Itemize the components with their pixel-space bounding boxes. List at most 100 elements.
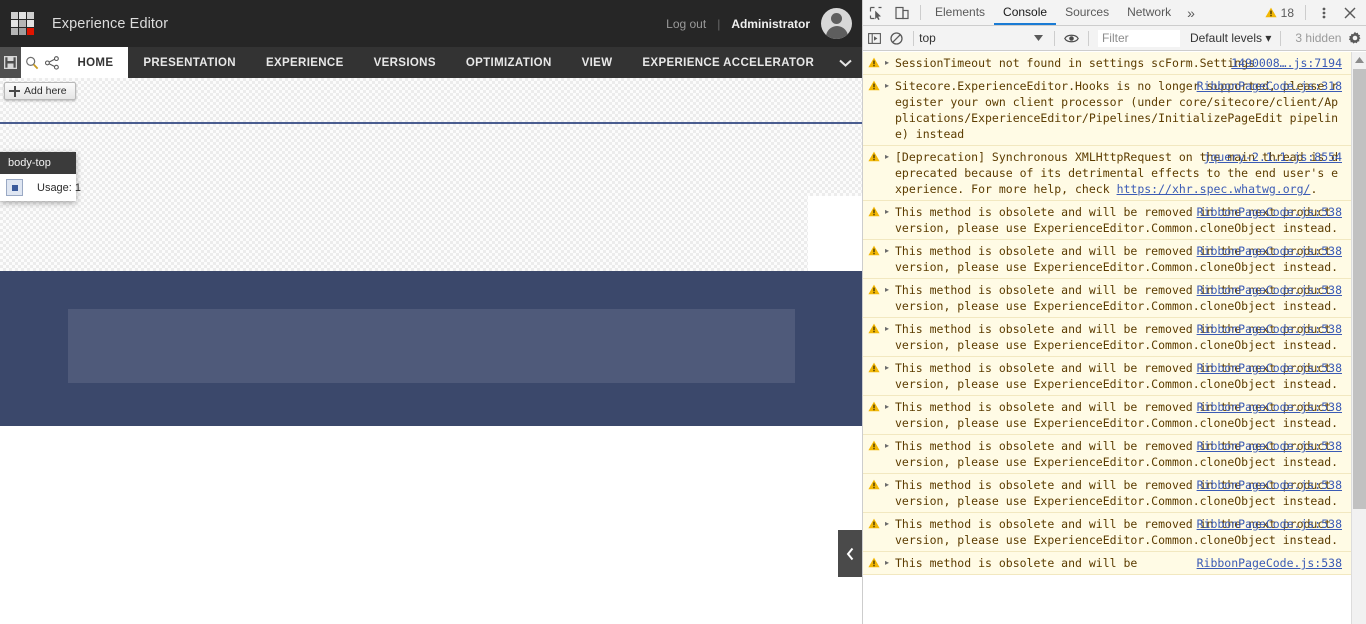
console-message[interactable]: ▸ [Deprecation] Synchronous XMLHttpReques… [863, 146, 1366, 201]
devtools-menu-button[interactable] [1311, 0, 1337, 25]
placeholder-tooltip-title: body-top [0, 152, 76, 174]
console-context-select[interactable]: top [919, 31, 1049, 45]
console-message-expander[interactable]: ▸ [885, 78, 895, 142]
console-message[interactable]: ▸ This method is obsolete and will be rem… [863, 474, 1366, 513]
ribbon-tab-experience-accelerator[interactable]: EXPERIENCE ACCELERATOR [627, 47, 829, 78]
clear-console-button[interactable] [886, 26, 909, 51]
magnifier-icon [25, 56, 38, 69]
console-message-expander[interactable]: ▸ [885, 243, 895, 275]
console-message-source-link[interactable]: RibbonPageCode.js:538 [1197, 282, 1342, 298]
warning-triangle-icon [868, 557, 880, 568]
clear-console-icon [890, 31, 904, 45]
warning-count-badge[interactable]: 18 [1259, 6, 1300, 20]
page-hero-band [0, 271, 862, 426]
console-hidden-count: 3 hidden [1295, 31, 1342, 45]
warning-count-label: 18 [1280, 5, 1294, 20]
console-scrollbar-thumb[interactable] [1353, 69, 1366, 509]
console-message[interactable]: ▸ This method is obsolete and will be rem… [863, 279, 1366, 318]
console-message[interactable]: ▸ This method is obsolete and will be rem… [863, 435, 1366, 474]
console-sidebar-toggle[interactable] [863, 26, 886, 51]
console-message-expander[interactable]: ▸ [885, 438, 895, 470]
add-here-button[interactable]: Add here [4, 82, 76, 100]
warning-triangle-icon [868, 479, 880, 490]
console-message-source-link[interactable]: RibbonPageCode.js:538 [1197, 477, 1342, 493]
more-tabs-button[interactable]: » [1180, 5, 1202, 21]
floppy-disk-icon [4, 56, 18, 69]
console-message-expander[interactable]: ▸ [885, 204, 895, 236]
ribbon-tab-optimization[interactable]: OPTIMIZATION [451, 47, 567, 78]
device-toolbar-button[interactable] [889, 0, 915, 25]
console-message[interactable]: ▸ This method is obsolete and will be rem… [863, 396, 1366, 435]
save-button[interactable] [0, 47, 22, 78]
placeholder-usage-label: Usage: 1 [37, 181, 82, 194]
scroll-up-arrow-icon [1354, 56, 1364, 63]
console-message-source-link[interactable]: RibbonPageCode.js:538 [1197, 399, 1342, 415]
console-message-source-link[interactable]: 1490008….js:7194 [1231, 55, 1342, 71]
avatar[interactable] [821, 8, 852, 39]
live-expression-eye-icon [1064, 34, 1080, 42]
console-message-expander[interactable]: ▸ [885, 516, 895, 548]
console-scrollbar[interactable] [1351, 52, 1366, 624]
tab-sources[interactable]: Sources [1056, 0, 1118, 25]
toolbar-divider-2 [1305, 5, 1306, 20]
console-message-source-link[interactable]: RibbonPageCode.js:538 [1197, 321, 1342, 337]
account-area: Log out | Administrator [666, 8, 862, 39]
console-message[interactable]: ▸ This method is obsolete and will be rem… [863, 513, 1366, 552]
console-message-expander[interactable]: ▸ [885, 149, 895, 197]
ribbon-tabbar: HOME PRESENTATION EXPERIENCE VERSIONS OP… [0, 47, 862, 78]
console-message[interactable]: ▸ This method is obsolete and will be rem… [863, 357, 1366, 396]
ribbon-tab-presentation[interactable]: PRESENTATION [128, 47, 251, 78]
console-levels-select[interactable]: Default levels ▾ [1190, 31, 1271, 45]
inspect-element-icon [869, 6, 882, 20]
tab-console[interactable]: Console [994, 0, 1057, 25]
ribbon-tab-view[interactable]: VIEW [567, 47, 628, 78]
user-name-label[interactable]: Administrator [731, 17, 810, 31]
console-message-source-link[interactable]: RibbonPageCode.js:538 [1197, 438, 1342, 454]
console-message-level-icon [863, 282, 885, 314]
ribbon-expand-button[interactable] [829, 47, 862, 78]
console-message-source-link[interactable]: RibbonPageCode.js:538 [1197, 204, 1342, 220]
console-message-link[interactable]: https://xhr.spec.whatwg.org/ [1117, 182, 1311, 196]
console-message-expander[interactable]: ▸ [885, 55, 895, 71]
logout-link[interactable]: Log out [666, 17, 706, 31]
panel-collapse-button[interactable] [838, 530, 862, 577]
console-message-source-link[interactable]: jquery-2.1.1.js:8554 [1204, 149, 1342, 165]
warning-triangle-icon [868, 518, 880, 529]
live-expression-button[interactable] [1060, 26, 1083, 51]
console-message-expander[interactable]: ▸ [885, 321, 895, 353]
console-settings-button[interactable] [1343, 26, 1366, 51]
console-message-list[interactable]: ▸ SessionTimeout not found in settings sc… [863, 52, 1366, 624]
placeholder-icon [6, 179, 23, 196]
console-message[interactable]: ▸ This method is obsolete and will be rem… [863, 201, 1366, 240]
console-message-source-link[interactable]: RibbonPageCode.js:538 [1197, 555, 1342, 571]
publish-button[interactable] [41, 47, 63, 78]
devtools-close-button[interactable] [1337, 0, 1363, 25]
console-message-expander[interactable]: ▸ [885, 555, 895, 571]
ribbon-tab-home[interactable]: HOME [62, 47, 129, 78]
console-message-expander[interactable]: ▸ [885, 477, 895, 509]
canvas-white-block [808, 196, 862, 271]
tab-network[interactable]: Network [1118, 0, 1180, 25]
scroll-up-button[interactable] [1352, 52, 1366, 67]
console-message[interactable]: ▸ SessionTimeout not found in settings sc… [863, 52, 1366, 75]
inspect-element-button[interactable] [863, 0, 889, 25]
console-message-source-link[interactable]: RibbonPageCode.js:538 [1197, 360, 1342, 376]
sitecore-grid-logo-icon[interactable] [11, 11, 35, 36]
console-message[interactable]: ▸ Sitecore.ExperienceEditor.Hooks is no l… [863, 75, 1366, 146]
console-message-source-link[interactable]: RibbonPageCode.js:318 [1197, 78, 1342, 94]
console-message[interactable]: ▸ This method is obsolete and will be rem… [863, 240, 1366, 279]
ribbon-tab-experience[interactable]: EXPERIENCE [251, 47, 359, 78]
console-message-expander[interactable]: ▸ [885, 360, 895, 392]
console-message-expander[interactable]: ▸ [885, 282, 895, 314]
console-message[interactable]: ▸ This method is obsolete and will be Ribb… [863, 552, 1366, 575]
console-filter-input[interactable] [1097, 29, 1180, 47]
console-message-source-link[interactable]: RibbonPageCode.js:538 [1197, 516, 1342, 532]
console-message-source-link[interactable]: RibbonPageCode.js:538 [1197, 243, 1342, 259]
console-message-expander[interactable]: ▸ [885, 399, 895, 431]
placeholder-body-top[interactable]: Add here [0, 78, 862, 124]
search-button[interactable] [21, 47, 42, 78]
add-here-label: Add here [24, 85, 67, 97]
ribbon-tab-versions[interactable]: VERSIONS [359, 47, 451, 78]
tab-elements[interactable]: Elements [926, 0, 994, 25]
console-message[interactable]: ▸ This method is obsolete and will be rem… [863, 318, 1366, 357]
